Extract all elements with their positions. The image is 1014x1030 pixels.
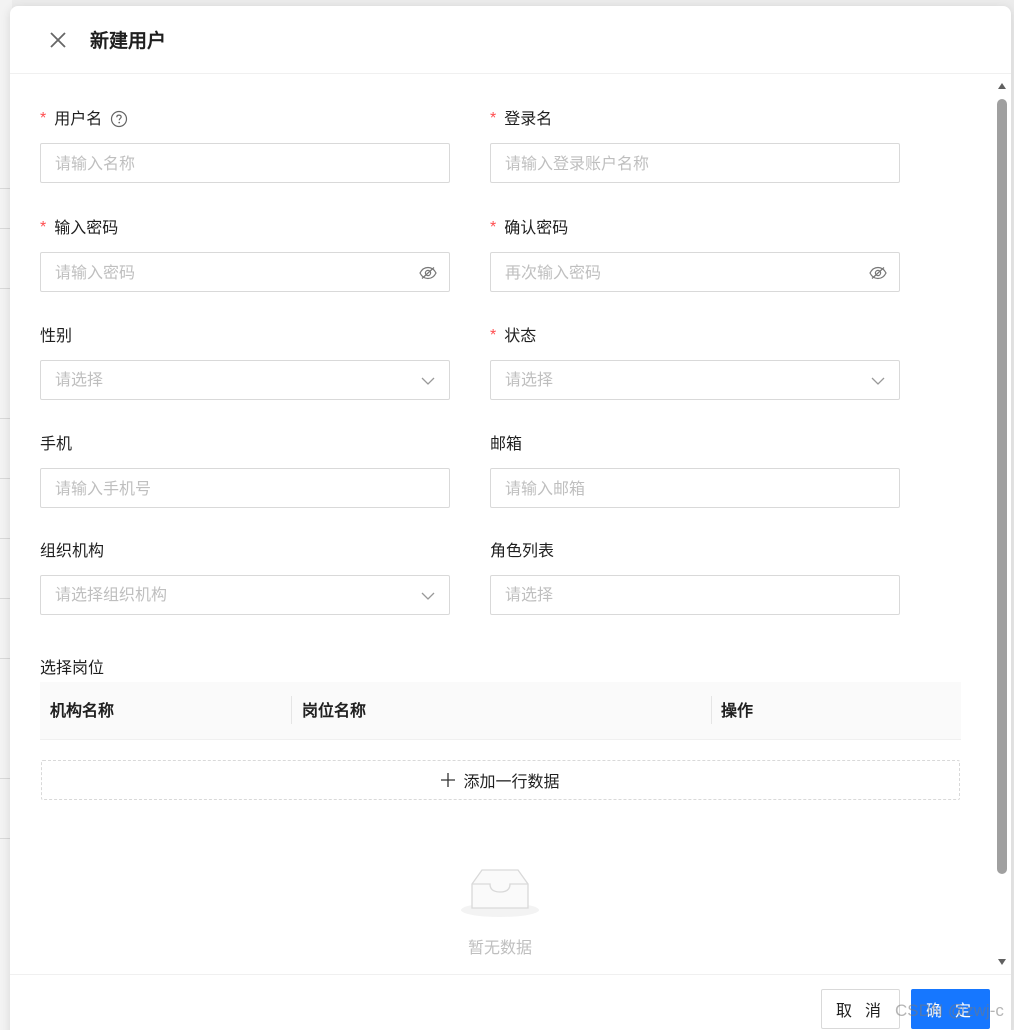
ok-button[interactable]: 确 定 xyxy=(911,989,990,1029)
login-name-input-box xyxy=(490,143,900,183)
confirm-password-visibility-toggle[interactable] xyxy=(869,264,887,282)
username-input[interactable] xyxy=(41,144,449,182)
password-visibility-toggle[interactable] xyxy=(419,264,437,282)
roles-select[interactable]: 请选择 xyxy=(490,575,900,615)
eye-invisible-icon xyxy=(419,266,437,280)
plus-icon xyxy=(441,773,456,787)
roles-label-row: 角色列表 xyxy=(490,540,554,562)
modal-body: * 用户名 * 登录名 * xyxy=(10,74,995,974)
email-label: 邮箱 xyxy=(490,434,523,453)
confirm-password-input-box xyxy=(490,252,900,292)
chevron-down-icon xyxy=(871,377,885,385)
status-select-arrow xyxy=(869,372,887,390)
scroll-up-icon[interactable] xyxy=(998,82,1006,90)
scroll-down-icon[interactable] xyxy=(998,958,1006,966)
login-name-input[interactable] xyxy=(491,144,899,182)
password-label-row: * 输入密码 xyxy=(40,217,118,239)
column-header-org: 机构名称 xyxy=(50,701,115,720)
login-name-label: 登录名 xyxy=(504,109,553,128)
status-select-placeholder: 请选择 xyxy=(505,370,554,389)
add-row-label: 添加一行数据 xyxy=(463,772,560,791)
organization-select-arrow xyxy=(419,587,437,605)
eye-invisible-icon xyxy=(869,266,887,280)
column-header-actions: 操作 xyxy=(721,701,754,720)
close-button[interactable] xyxy=(46,28,70,52)
phone-input-box xyxy=(40,468,450,508)
new-user-modal: 新建用户 * 用户名 * 登录名 xyxy=(10,6,1011,1030)
phone-label-row: 手机 xyxy=(40,433,72,455)
modal-header: 新建用户 xyxy=(10,6,1011,74)
close-icon xyxy=(50,32,66,48)
required-mark: * xyxy=(40,110,47,127)
add-row-button[interactable]: 添加一行数据 xyxy=(41,760,960,800)
positions-table-header: 机构名称 岗位名称 操作 xyxy=(40,682,961,740)
status-select[interactable]: 请选择 xyxy=(490,360,900,400)
username-label-row: * 用户名 xyxy=(40,108,128,130)
email-input-box xyxy=(490,468,900,508)
required-mark: * xyxy=(490,110,497,127)
modal-footer: 取 消 确 定 xyxy=(10,974,1011,1030)
organization-select[interactable]: 请选择组织机构 xyxy=(40,575,450,615)
gender-select-placeholder: 请选择 xyxy=(55,370,104,389)
column-header-position: 岗位名称 xyxy=(302,701,367,720)
status-label-row: * 状态 xyxy=(490,325,536,347)
required-mark: * xyxy=(490,327,497,344)
modal-title: 新建用户 xyxy=(90,30,167,52)
required-mark: * xyxy=(490,219,497,236)
gender-select-arrow xyxy=(419,372,437,390)
email-label-row: 邮箱 xyxy=(490,433,522,455)
gender-label: 性别 xyxy=(40,326,73,345)
empty-state: 暂无数据 xyxy=(440,864,560,958)
scrollbar[interactable] xyxy=(993,74,1011,974)
chevron-down-icon xyxy=(421,592,435,600)
roles-label: 角色列表 xyxy=(490,541,555,560)
positions-table: 机构名称 岗位名称 操作 xyxy=(40,682,961,740)
gender-select[interactable]: 请选择 xyxy=(40,360,450,400)
scrollbar-thumb[interactable] xyxy=(997,99,1007,874)
confirm-password-label-row: * 确认密码 xyxy=(490,217,568,239)
password-input[interactable] xyxy=(41,253,449,291)
organization-label-row: 组织机构 xyxy=(40,540,104,562)
status-label: 状态 xyxy=(504,326,537,345)
username-input-box xyxy=(40,143,450,183)
column-divider xyxy=(291,696,292,724)
login-name-label-row: * 登录名 xyxy=(490,108,552,130)
username-label: 用户名 xyxy=(54,109,103,128)
password-input-box xyxy=(40,252,450,292)
column-divider xyxy=(711,696,712,724)
question-circle-icon[interactable] xyxy=(110,110,128,128)
organization-select-placeholder: 请选择组织机构 xyxy=(55,585,168,604)
email-input[interactable] xyxy=(491,469,899,507)
required-mark: * xyxy=(40,219,47,236)
cancel-button[interactable]: 取 消 xyxy=(821,989,900,1029)
confirm-password-input[interactable] xyxy=(491,253,899,291)
confirm-password-label: 确认密码 xyxy=(504,218,569,237)
gender-label-row: 性别 xyxy=(40,325,72,347)
empty-text: 暂无数据 xyxy=(467,938,532,957)
phone-label: 手机 xyxy=(40,434,73,453)
positions-label: 选择岗位 xyxy=(40,658,105,677)
chevron-down-icon xyxy=(421,377,435,385)
empty-inbox-icon xyxy=(461,869,539,917)
phone-input[interactable] xyxy=(41,469,449,507)
password-label: 输入密码 xyxy=(54,218,119,237)
roles-select-placeholder: 请选择 xyxy=(505,585,554,604)
organization-label: 组织机构 xyxy=(40,541,105,560)
